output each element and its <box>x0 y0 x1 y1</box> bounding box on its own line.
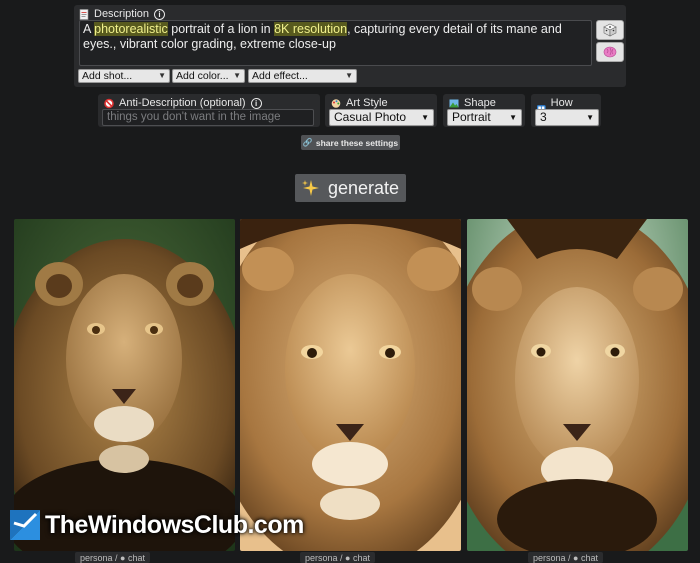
add-effect-value: Add effect... <box>252 70 308 82</box>
description-textarea[interactable]: A photorealistic portrait of a lion in 8… <box>79 20 592 66</box>
add-color-select[interactable]: Add color... ▼ <box>172 69 245 83</box>
landscape-picture-icon <box>449 99 459 107</box>
dice-icon <box>603 23 617 37</box>
generated-image-3[interactable] <box>467 219 688 551</box>
add-shot-select[interactable]: Add shot... ▼ <box>78 69 170 83</box>
document-icon <box>79 8 89 20</box>
add-effect-select[interactable]: Add effect... ▼ <box>248 69 357 83</box>
how-many-select[interactable]: 3 ▼ <box>535 109 599 126</box>
chevron-down-icon: ▼ <box>233 71 241 80</box>
watermark: TheWindowsClub.com <box>10 510 304 540</box>
image-3-caption-text: persona / ● chat <box>533 552 598 563</box>
chevron-down-icon: ▼ <box>586 113 594 122</box>
image-2-caption-text: persona / ● chat <box>305 552 370 563</box>
generate-button[interactable]: generate <box>295 174 406 202</box>
lion-portrait-image <box>240 219 461 551</box>
anti-description-label-row: Anti-Description (optional) i <box>104 97 262 109</box>
art-style-label-row: Art Style <box>331 97 388 109</box>
info-icon[interactable]: i <box>154 8 166 20</box>
palette-icon <box>331 98 341 108</box>
shape-select[interactable]: Portrait ▼ <box>447 109 522 126</box>
highlighted-keyword: 8K resolution <box>274 22 348 36</box>
generated-image-2[interactable] <box>240 219 461 551</box>
anti-description-label: Anti-Description (optional) <box>119 97 246 109</box>
how-many-panel: How many? 3 ▼ <box>531 94 601 127</box>
chevron-down-icon: ▼ <box>158 71 166 80</box>
windows-logo-icon <box>10 510 40 540</box>
art-style-value: Casual Photo <box>334 110 407 124</box>
description-panel: Description i A photorealistic portrait … <box>74 5 626 87</box>
share-settings-label: share these settings <box>315 137 399 148</box>
generated-image-1[interactable] <box>14 219 235 551</box>
share-settings-button[interactable]: 🔗 share these settings <box>301 135 400 150</box>
info-icon[interactable]: i <box>250 97 262 109</box>
sparkles-icon <box>301 180 319 196</box>
brain-icon <box>603 46 617 58</box>
lion-portrait-image <box>467 219 688 551</box>
anti-description-placeholder: things you don't want in the image <box>107 111 281 123</box>
description-label: Description <box>94 8 150 20</box>
shape-panel: Shape Portrait ▼ <box>443 94 525 127</box>
generate-label: generate <box>327 177 400 198</box>
image-3-caption[interactable]: persona / ● chat <box>528 552 603 563</box>
watermark-text: TheWindowsClub.com <box>45 510 304 539</box>
add-color-value: Add color... <box>176 70 229 82</box>
shape-label-row: Shape <box>449 97 496 109</box>
image-1-caption[interactable]: persona / ● chat <box>75 552 150 563</box>
shape-label: Shape <box>464 97 496 109</box>
link-icon: 🔗 <box>302 138 313 147</box>
anti-description-panel: Anti-Description (optional) i things you… <box>98 94 320 127</box>
how-many-value: 3 <box>540 110 547 124</box>
chevron-down-icon: ▼ <box>509 113 517 122</box>
art-style-label: Art Style <box>346 97 388 109</box>
shape-value: Portrait <box>452 110 491 124</box>
description-label-row: Description i <box>79 8 166 20</box>
image-2-caption[interactable]: persona / ● chat <box>300 552 375 563</box>
art-style-panel: Art Style Casual Photo ▼ <box>325 94 437 127</box>
image-1-caption-text: persona / ● chat <box>80 552 145 563</box>
description-text: A <box>83 22 95 36</box>
random-dice-button[interactable] <box>596 20 624 40</box>
brain-button[interactable] <box>596 42 624 62</box>
anti-description-input[interactable]: things you don't want in the image <box>102 109 314 126</box>
lion-portrait-image <box>14 219 235 551</box>
chevron-down-icon: ▼ <box>421 113 429 122</box>
description-text: portrait of a lion in <box>167 22 275 36</box>
chevron-down-icon: ▼ <box>345 71 353 80</box>
art-style-select[interactable]: Casual Photo ▼ <box>329 109 434 126</box>
add-shot-value: Add shot... <box>82 70 133 82</box>
highlighted-keyword: photorealistic <box>94 22 168 36</box>
prohibited-icon <box>104 98 114 108</box>
